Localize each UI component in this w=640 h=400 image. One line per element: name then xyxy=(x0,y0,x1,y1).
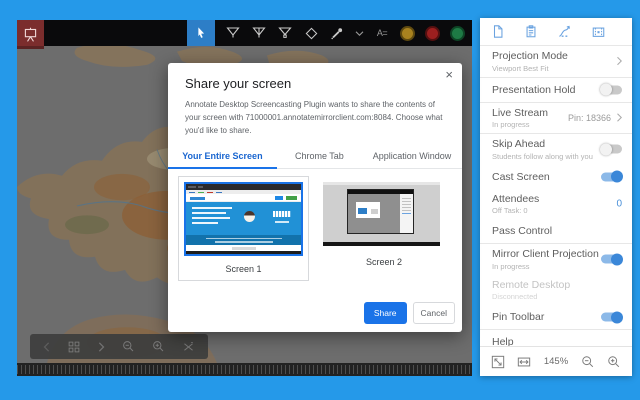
mirror-client-projection-toggle[interactable] xyxy=(601,255,622,264)
diamond-icon xyxy=(304,26,319,41)
pen-nib-line-icon xyxy=(251,25,267,41)
screen-2-label: Screen 2 xyxy=(323,257,445,267)
skip-ahead-toggle[interactable] xyxy=(601,145,622,154)
pen-nib-square-icon xyxy=(277,25,293,41)
tab-application-window[interactable]: Application Window xyxy=(362,146,462,168)
sidebar-item-projection-mode[interactable]: Projection Mode Viewport Best Fit xyxy=(480,46,632,77)
chevron-down-icon xyxy=(355,30,364,37)
video-button[interactable] xyxy=(591,25,606,39)
avatar xyxy=(244,211,255,222)
fit-screen-button[interactable] xyxy=(491,355,505,369)
zoom-in-icon xyxy=(607,355,621,369)
screen-1-thumbnail xyxy=(184,182,303,256)
clipboard-icon xyxy=(524,24,538,39)
highlighter-tool-button[interactable] xyxy=(251,25,267,41)
attendees-count: 0 xyxy=(616,198,622,209)
flow-button[interactable] xyxy=(557,24,572,39)
tool-dropdown-button[interactable] xyxy=(355,25,364,41)
close-icon[interactable]: × xyxy=(445,68,453,81)
item-sub: Disconnected xyxy=(492,293,620,301)
zoom-out-icon xyxy=(581,355,595,369)
dialog-title: Share your screen xyxy=(185,76,445,91)
item-label: Projection Mode xyxy=(492,51,620,62)
chevron-right-icon xyxy=(616,57,622,66)
sidebar-item-cast-screen[interactable]: Cast Screen xyxy=(480,165,632,189)
fit-screen-icon xyxy=(491,355,505,369)
pin-toolbar-toggle[interactable] xyxy=(601,313,622,322)
cast-screen-toggle[interactable] xyxy=(601,172,622,181)
pen-nib-icon xyxy=(225,25,241,41)
screen-options: Screen 1 Screen 2 xyxy=(178,176,462,281)
fit-width-button[interactable] xyxy=(517,355,531,369)
background-frame: A= xyxy=(0,0,640,400)
tab-chrome-tab[interactable]: Chrome Tab xyxy=(277,146,362,168)
mirror-sidebar: Projection Mode Viewport Best Fit Presen… xyxy=(480,18,632,376)
item-sub: Off Task: 0 xyxy=(492,207,620,215)
sidebar-item-pin-toolbar[interactable]: Pin Toolbar xyxy=(480,305,632,329)
cancel-button[interactable]: Cancel xyxy=(413,302,455,324)
new-page-button[interactable] xyxy=(491,24,505,39)
presentation-hold-toggle[interactable] xyxy=(601,85,622,94)
cursor-tool-button[interactable] xyxy=(187,20,215,46)
text-tool-button[interactable]: A= xyxy=(374,25,390,41)
item-label: Attendees xyxy=(492,194,620,205)
dialog-body-text: Annotate Desktop Screencasting Plugin wa… xyxy=(185,99,445,137)
sidebar-zoom-bar: 145% xyxy=(480,346,632,376)
annotate-logo[interactable] xyxy=(17,20,44,49)
video-film-icon xyxy=(591,25,606,39)
sidebar-item-mirror-client-projection[interactable]: Mirror Client Projection In progress xyxy=(480,244,632,275)
document-icon xyxy=(491,24,505,39)
sidebar-zoom-in-button[interactable] xyxy=(607,355,621,369)
sidebar-item-attendees[interactable]: Attendees Off Task: 0 0 xyxy=(480,189,632,220)
marker-pen-icon xyxy=(329,25,345,41)
marker-tool-button[interactable] xyxy=(277,25,293,41)
sidebar-item-live-stream[interactable]: Live Stream In progress Pin: 18366 xyxy=(480,103,632,134)
sidebar-zoom-out-button[interactable] xyxy=(581,355,595,369)
share-screen-dialog: Share your screen × Annotate Desktop Scr… xyxy=(168,63,462,332)
item-label: Pass Control xyxy=(492,226,620,237)
cursor-icon xyxy=(194,26,208,40)
item-label: Remote Desktop xyxy=(492,280,620,291)
color-red-button[interactable] xyxy=(425,26,440,41)
share-button[interactable]: Share xyxy=(364,302,407,324)
flow-arrow-icon xyxy=(557,24,572,39)
sidebar-quick-actions xyxy=(480,18,632,45)
sidebar-item-pass-control[interactable]: Pass Control xyxy=(480,219,632,243)
chevron-right-icon xyxy=(616,113,622,122)
zoom-level: 145% xyxy=(544,356,568,367)
sidebar-item-presentation-hold[interactable]: Presentation Hold xyxy=(480,78,632,102)
color-green-button[interactable] xyxy=(450,26,465,41)
share-source-tabs: Your Entire Screen Chrome Tab Applicatio… xyxy=(168,146,462,169)
projector-screen-icon xyxy=(22,26,39,44)
color-yellow-button[interactable] xyxy=(400,26,415,41)
attendance-button[interactable] xyxy=(524,24,538,39)
annotation-toolbar: A= xyxy=(17,20,472,46)
sidebar-item-skip-ahead[interactable]: Skip Ahead Students follow along with yo… xyxy=(480,134,632,165)
pen-tool-button[interactable] xyxy=(225,25,241,41)
draw-tool-button[interactable] xyxy=(329,25,345,41)
screen-1-label: Screen 1 xyxy=(184,264,303,274)
text-tool-label: A= xyxy=(377,28,387,38)
screen-1-option[interactable]: Screen 1 xyxy=(178,176,309,281)
screen-2-thumbnail xyxy=(323,182,440,246)
live-stream-pin: Pin: 18366 xyxy=(568,113,611,123)
tab-entire-screen[interactable]: Your Entire Screen xyxy=(168,146,277,169)
screen-2-option[interactable]: Screen 2 xyxy=(323,176,445,281)
fit-width-icon xyxy=(517,355,531,369)
item-sub: Viewport Best Fit xyxy=(492,65,620,73)
sidebar-item-remote-desktop[interactable]: Remote Desktop Disconnected xyxy=(480,275,632,306)
shape-tool-button[interactable] xyxy=(303,25,319,41)
